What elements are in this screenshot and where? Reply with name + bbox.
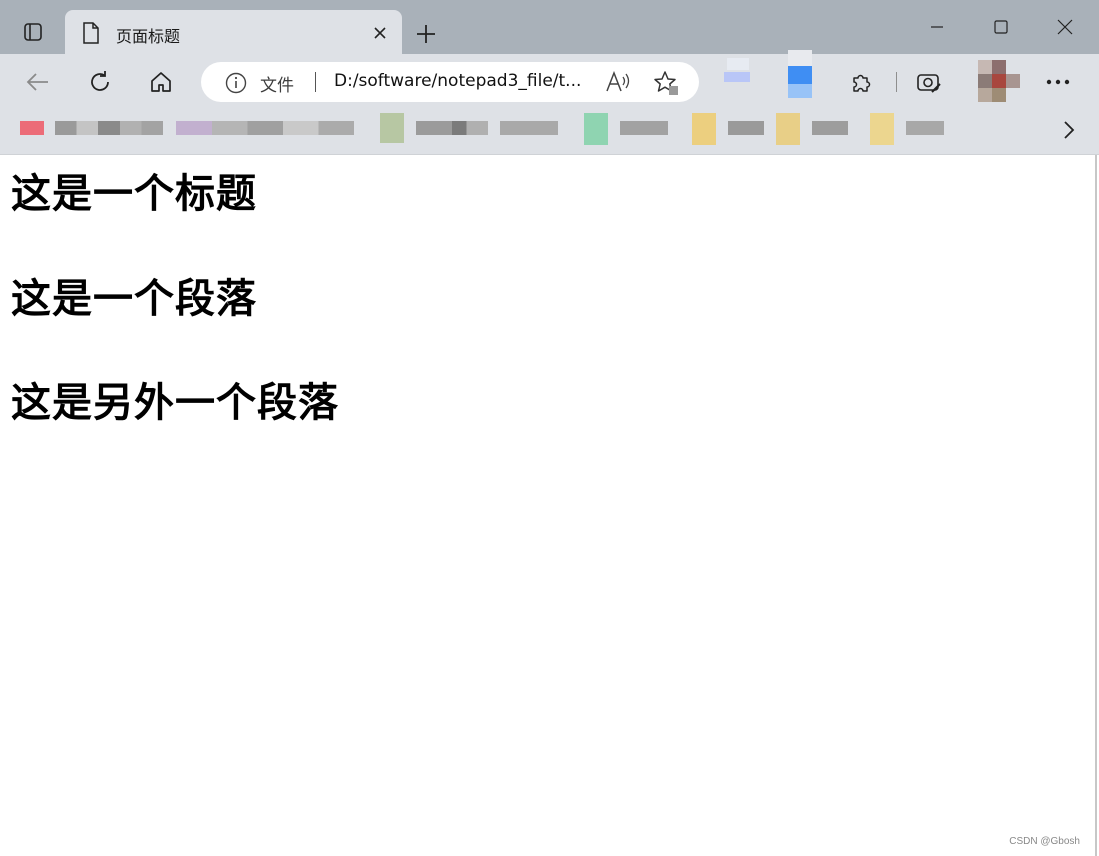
pixelated-favorite-1[interactable] — [20, 121, 44, 135]
pixelated-favorite-5-label[interactable] — [620, 121, 668, 135]
add-favorite-star-icon[interactable] — [653, 70, 679, 100]
pixelated-favorite-6-label[interactable] — [728, 121, 764, 135]
new-tab-button[interactable] — [412, 20, 440, 48]
file-icon — [82, 22, 100, 48]
address-scheme-label: 文件 — [260, 76, 294, 96]
watermark: CSDN @Gbosh — [1009, 836, 1080, 847]
pixelated-favorite-7[interactable] — [776, 113, 800, 145]
toolbar-separator — [896, 72, 897, 92]
page-content: 这是一个标题 这是一个段落 这是另外一个段落 CSDN @Gbosh — [0, 155, 1097, 856]
address-bar[interactable]: 文件 D:/software/notepad3_file/t... — [201, 62, 699, 102]
pixelated-favorite-2-label[interactable] — [212, 121, 354, 135]
pixelated-extension-icon-2[interactable] — [786, 50, 816, 102]
maximize-button[interactable] — [984, 10, 1018, 44]
paragraph-1: 这是一个段落 — [11, 276, 257, 322]
profile-avatar[interactable] — [978, 60, 1020, 102]
pixelated-favorite-6[interactable] — [692, 113, 716, 145]
minimize-button[interactable] — [920, 10, 954, 44]
address-url[interactable]: D:/software/notepad3_file/t... — [334, 71, 581, 91]
close-window-button[interactable] — [1048, 10, 1082, 44]
title-bar: 页面标题 — [0, 0, 1099, 56]
more-options-icon[interactable] — [1042, 66, 1074, 98]
pixelated-favorite-7-label[interactable] — [812, 121, 848, 135]
browser-toolbar: 文件 D:/software/notepad3_file/t... — [0, 50, 1099, 109]
address-divider — [315, 72, 316, 92]
pixelated-extension-icon[interactable] — [724, 50, 784, 102]
back-button[interactable] — [22, 66, 54, 98]
pixelated-favorite-3-label[interactable] — [416, 121, 488, 135]
pixelated-favorite-5[interactable] — [584, 113, 608, 145]
pixelated-favorite-3[interactable] — [380, 113, 404, 143]
pixelated-favorite-8[interactable] — [870, 113, 894, 145]
chevron-right-icon[interactable] — [1063, 120, 1075, 144]
pixelated-favorite-2[interactable] — [176, 121, 212, 135]
info-icon[interactable] — [225, 72, 247, 98]
browser-tab[interactable]: 页面标题 — [65, 10, 402, 56]
page-heading: 这是一个标题 — [11, 171, 257, 217]
home-button[interactable] — [145, 66, 177, 98]
favorites-bar — [0, 109, 1099, 155]
pixelated-favorite-1-label[interactable] — [55, 121, 163, 135]
tab-title: 页面标题 — [116, 27, 181, 46]
close-tab-icon[interactable] — [370, 23, 390, 43]
pixelated-favorite-8-label[interactable] — [906, 121, 944, 135]
tab-actions-icon[interactable] — [16, 18, 50, 46]
refresh-button[interactable] — [84, 66, 116, 98]
paragraph-2: 这是另外一个段落 — [11, 380, 339, 426]
read-aloud-icon[interactable] — [605, 70, 631, 98]
screenshot-icon[interactable] — [913, 66, 945, 98]
pixelated-favorite-4-label[interactable] — [500, 121, 558, 135]
extensions-puzzle-icon[interactable] — [846, 66, 878, 98]
